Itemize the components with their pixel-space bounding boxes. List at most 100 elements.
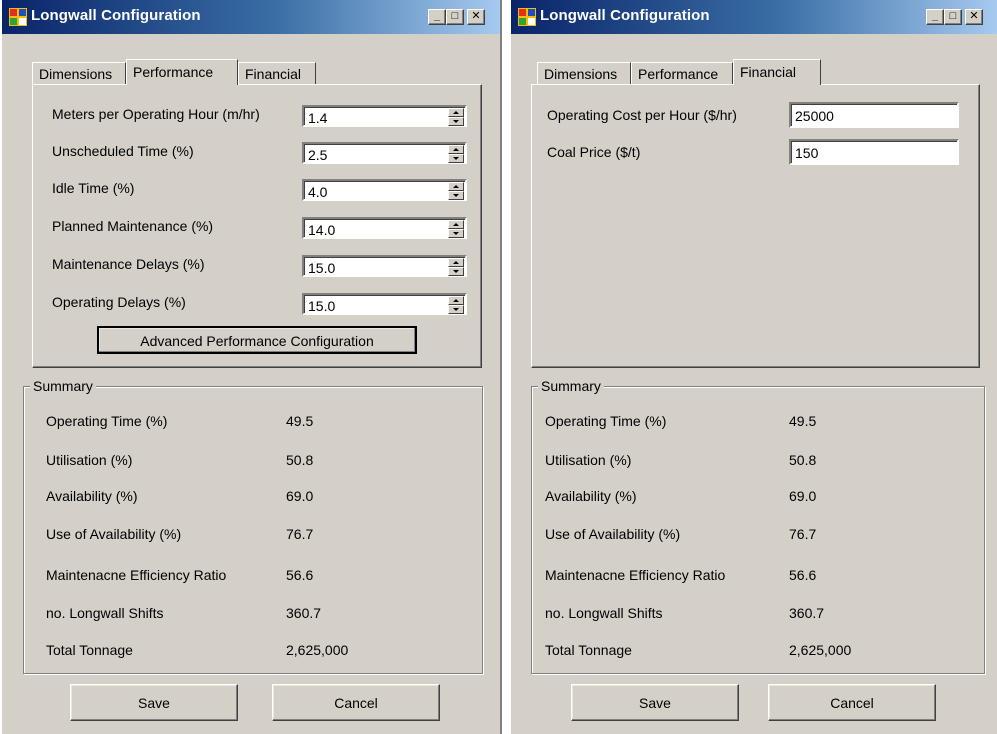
title-bar[interactable]: Longwall Configuration _ □ ✕: [511, 0, 997, 34]
maintenance-delays-stepper[interactable]: 15.0: [302, 255, 467, 277]
summary-value: 76.7: [789, 526, 817, 542]
field-label-operating-cost: Operating Cost per Hour ($/hr): [547, 107, 737, 123]
minimize-button[interactable]: _: [428, 9, 446, 25]
window-title: Longwall Configuration: [540, 7, 710, 24]
spin-up-arrow-icon[interactable]: [448, 258, 464, 267]
maximize-icon: □: [451, 10, 459, 22]
summary-label: Utilisation (%): [46, 452, 133, 468]
spinner: [448, 220, 464, 238]
summary-label: Total Tonnage: [545, 642, 632, 658]
summary-label: Use of Availability (%): [46, 526, 182, 542]
spin-down-arrow-icon[interactable]: [448, 191, 464, 200]
summary-groupbox: Summary Operating Time (%) 49.5 Utilisat…: [531, 378, 985, 674]
close-button[interactable]: ✕: [467, 9, 485, 25]
summary-label: Availability (%): [545, 488, 637, 504]
field-label-maintenance-delays: Maintenance Delays (%): [52, 256, 205, 272]
close-button[interactable]: ✕: [965, 9, 983, 25]
tab-performance[interactable]: Performance: [631, 62, 733, 84]
cancel-button[interactable]: Cancel: [768, 684, 936, 721]
maximize-button[interactable]: □: [446, 9, 464, 25]
operating-delays-stepper[interactable]: 15.0: [302, 293, 467, 315]
field-label-idle-time: Idle Time (%): [52, 180, 135, 196]
field-value: 14.0: [308, 222, 336, 238]
maximize-button[interactable]: □: [944, 9, 962, 25]
field-label-operating-delays: Operating Delays (%): [52, 294, 186, 310]
field-value: 15.0: [308, 260, 336, 276]
tab-dimensions[interactable]: Dimensions: [32, 62, 126, 84]
tab-strip: Dimensions Performance Financial: [537, 59, 837, 85]
idle-time-stepper[interactable]: 4.0: [302, 179, 467, 201]
field-value: 150: [795, 145, 819, 161]
field-label-coal-price: Coal Price ($/t): [547, 144, 641, 160]
spinner: [448, 296, 464, 314]
tab-label: Financial: [245, 66, 302, 82]
button-label: Cancel: [334, 695, 378, 711]
minimize-button[interactable]: _: [926, 9, 944, 25]
field-value: 4.0: [308, 184, 328, 200]
planned-maintenance-stepper[interactable]: 14.0: [302, 217, 467, 239]
tab-label: Dimensions: [39, 66, 113, 82]
summary-value: 76.7: [286, 526, 314, 542]
meters-per-hour-stepper[interactable]: 1.4: [302, 105, 467, 127]
spinner: [448, 145, 464, 163]
tab-label: Performance: [133, 64, 214, 80]
longwall-config-window-financial: Longwall Configuration _ □ ✕ Dimensions …: [511, 0, 997, 734]
spin-up-arrow-icon[interactable]: [448, 108, 464, 117]
maximize-icon: □: [949, 10, 957, 22]
field-label-meters-per-hour: Meters per Operating Hour (m/hr): [52, 106, 260, 122]
spin-up-arrow-icon[interactable]: [448, 296, 464, 305]
spinner: [448, 108, 464, 126]
summary-title: Summary: [538, 378, 604, 394]
spin-down-arrow-icon[interactable]: [448, 154, 464, 163]
coal-price-input[interactable]: 150: [789, 139, 959, 165]
spinner: [448, 258, 464, 276]
longwall-app-icon: [518, 8, 536, 26]
financial-tab-panel: Operating Cost per Hour ($/hr) 25000 Coa…: [531, 84, 980, 368]
tab-label: Financial: [740, 64, 797, 80]
summary-value: 360.7: [789, 605, 825, 621]
summary-label: Use of Availability (%): [545, 526, 681, 542]
field-value: 25000: [795, 108, 834, 124]
unscheduled-time-stepper[interactable]: 2.5: [302, 142, 467, 164]
field-value: 1.4: [308, 110, 328, 126]
spin-down-arrow-icon[interactable]: [448, 229, 464, 238]
tab-financial[interactable]: Financial: [733, 59, 821, 85]
save-button[interactable]: Save: [571, 684, 739, 721]
summary-label: Total Tonnage: [46, 642, 133, 658]
summary-value: 2,625,000: [286, 642, 349, 658]
button-label: Save: [138, 695, 170, 711]
summary-value: 360.7: [286, 605, 322, 621]
spin-down-arrow-icon[interactable]: [448, 305, 464, 314]
window-title: Longwall Configuration: [31, 7, 201, 24]
tab-performance[interactable]: Performance: [126, 59, 238, 85]
save-button[interactable]: Save: [70, 684, 238, 721]
cancel-button[interactable]: Cancel: [272, 684, 440, 721]
spin-up-arrow-icon[interactable]: [448, 220, 464, 229]
summary-value: 49.5: [286, 413, 314, 429]
spin-down-arrow-icon[interactable]: [448, 117, 464, 126]
operating-cost-input[interactable]: 25000: [789, 102, 959, 128]
field-value: 15.0: [308, 298, 336, 314]
longwall-config-window-performance: Longwall Configuration _ □ ✕ Dimensions …: [2, 0, 502, 734]
button-label: Save: [639, 695, 671, 711]
tab-financial[interactable]: Financial: [238, 62, 316, 84]
tab-label: Dimensions: [544, 66, 618, 82]
advanced-performance-config-button[interactable]: Advanced Performance Configuration: [97, 326, 417, 354]
summary-label: Availability (%): [46, 488, 138, 504]
summary-value: 69.0: [789, 488, 817, 504]
performance-tab-panel: Meters per Operating Hour (m/hr) 1.4 Uns…: [32, 84, 482, 368]
title-bar[interactable]: Longwall Configuration _ □ ✕: [2, 0, 500, 34]
spin-down-arrow-icon[interactable]: [448, 267, 464, 276]
longwall-app-icon: [9, 8, 27, 26]
close-icon: ✕: [471, 10, 481, 22]
summary-label: Operating Time (%): [545, 413, 667, 429]
spin-up-arrow-icon[interactable]: [448, 145, 464, 154]
minimize-icon: _: [931, 10, 939, 22]
field-value: 2.5: [308, 147, 328, 163]
summary-value: 56.6: [286, 567, 314, 583]
spin-up-arrow-icon[interactable]: [448, 182, 464, 191]
tab-dimensions[interactable]: Dimensions: [537, 62, 631, 84]
summary-label: Utilisation (%): [545, 452, 632, 468]
summary-label: Maintenacne Efficiency Ratio: [46, 567, 227, 583]
summary-label: Operating Time (%): [46, 413, 168, 429]
